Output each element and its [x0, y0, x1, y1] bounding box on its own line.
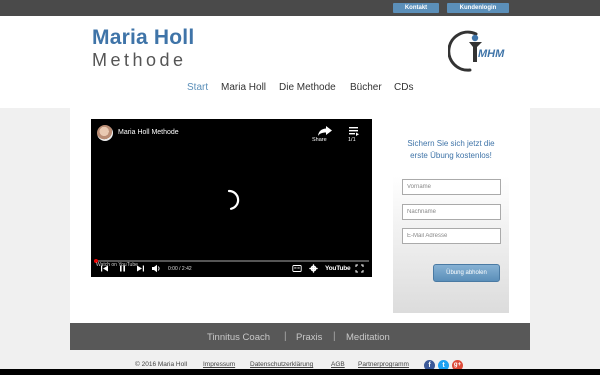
site-header: Maria Holl Methode MHM Start Maria Holl … — [0, 16, 600, 108]
previous-icon[interactable] — [100, 264, 109, 273]
footer-nav: Tinnitus Coach | Praxis | Meditation — [70, 323, 530, 350]
video-player[interactable]: Maria Holl Methode Share 1/1 Watch on Yo… — [91, 119, 372, 277]
nav-item-buecher[interactable]: Bücher — [350, 82, 382, 93]
footer-link-meditation[interactable]: Meditation — [346, 332, 390, 343]
volume-icon[interactable] — [151, 264, 161, 273]
signup-title: Sichern Sie sich jetzt die erste Übung k… — [407, 139, 495, 160]
signup-box: Sichern Sie sich jetzt die erste Übung k… — [393, 131, 509, 313]
settings-gear-icon[interactable] — [309, 264, 318, 273]
firstname-input[interactable] — [402, 179, 501, 195]
partner-program-link[interactable]: Partnerprogramm — [358, 361, 409, 368]
share-label[interactable]: Share — [312, 137, 327, 143]
playlist-count: 1/1 — [348, 137, 356, 143]
top-utility-bar: Kontakt Kundenlogin — [0, 0, 600, 16]
contact-button[interactable]: Kontakt — [393, 3, 439, 13]
next-icon[interactable] — [136, 264, 145, 273]
captions-icon[interactable] — [292, 264, 302, 273]
footer-separator: | — [284, 331, 287, 342]
video-title[interactable]: Maria Holl Methode — [118, 129, 179, 136]
youtube-logo[interactable]: YouTube — [325, 265, 351, 272]
nav-item-start[interactable]: Start — [187, 82, 208, 93]
footer-separator: | — [333, 331, 336, 342]
privacy-link[interactable]: Datenschutzerklärung — [250, 361, 313, 368]
footer-link-praxis[interactable]: Praxis — [296, 332, 322, 343]
bottom-edge — [0, 369, 600, 375]
pause-icon[interactable] — [118, 264, 127, 273]
impressum-link[interactable]: Impressum — [203, 361, 235, 368]
logo-text: MHM — [478, 48, 505, 60]
loading-spinner-icon — [227, 189, 240, 210]
agb-link[interactable]: AGB — [331, 361, 345, 368]
playlist-icon[interactable] — [347, 125, 361, 137]
fullscreen-icon[interactable] — [355, 264, 364, 273]
video-time: 0:00 / 2:42 — [168, 266, 192, 272]
email-input[interactable] — [402, 228, 501, 244]
customer-login-button[interactable]: Kundenlogin — [447, 3, 509, 13]
share-icon[interactable] — [317, 125, 333, 137]
brand-subtitle[interactable]: Methode — [92, 50, 187, 71]
nav-item-cds[interactable]: CDs — [394, 82, 413, 93]
nav-item-die-methode[interactable]: Die Methode — [279, 82, 336, 93]
footer-link-tinnitus-coach[interactable]: Tinnitus Coach — [207, 332, 270, 343]
copyright-text: © 2016 Maria Holl — [135, 361, 188, 368]
nav-item-maria-holl[interactable]: Maria Holl — [221, 82, 266, 93]
submit-button[interactable]: Übung abholen — [433, 264, 500, 282]
main-nav: Start Maria Holl Die Methode Bücher CDs — [0, 82, 600, 98]
brand-title[interactable]: Maria Holl — [92, 26, 194, 50]
lastname-input[interactable] — [402, 204, 501, 220]
channel-avatar[interactable] — [97, 125, 113, 141]
